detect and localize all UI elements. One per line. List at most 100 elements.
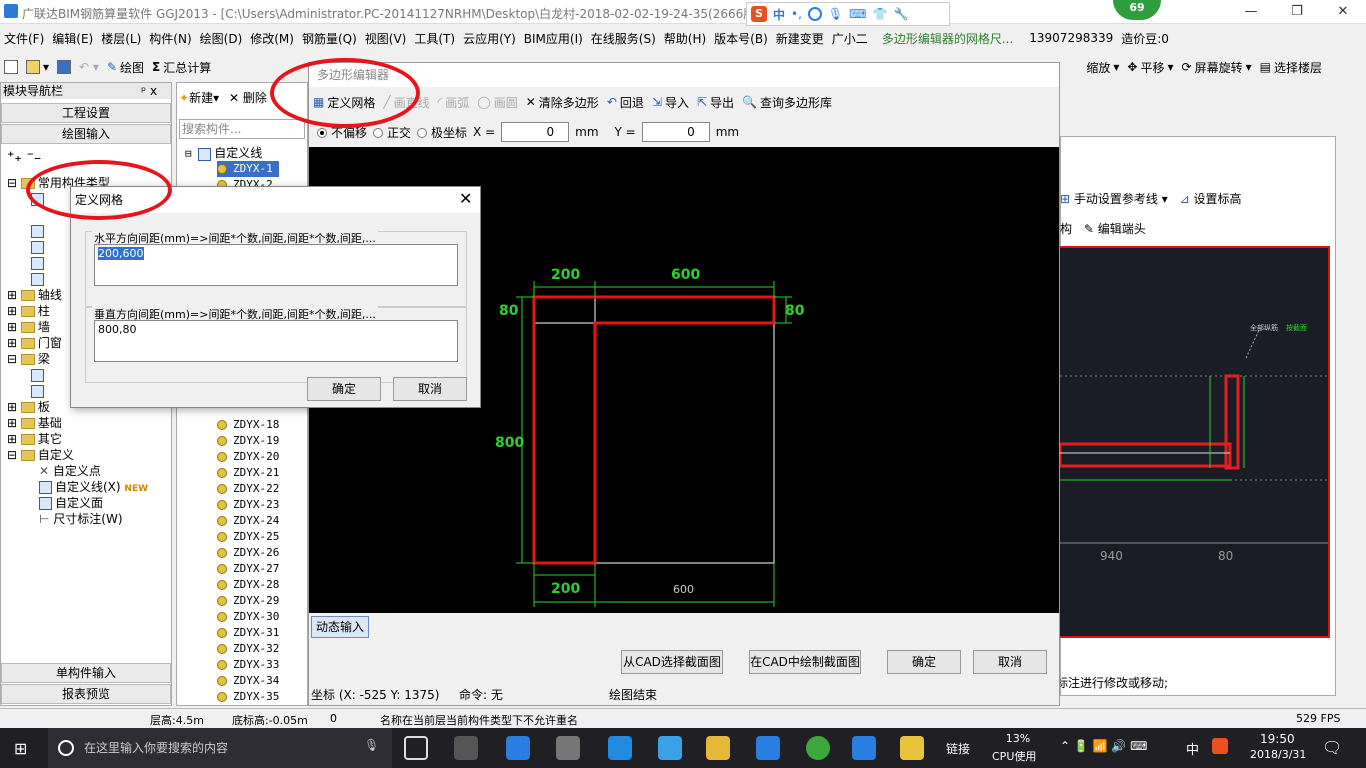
minimize-button[interactable]: — (1228, 0, 1274, 24)
list-item[interactable]: ZDYX-34 (217, 673, 279, 689)
menu-assistant[interactable]: 广小二 (828, 30, 872, 47)
new-component-button[interactable]: ✦新建▾ (179, 91, 219, 105)
menu-edit[interactable]: 编辑(E) (48, 30, 97, 47)
dialog-cancel-button[interactable]: 取消 (393, 377, 467, 401)
menu-file[interactable]: 文件(F) (0, 30, 48, 47)
list-item[interactable]: ZDYX-31 (217, 625, 279, 641)
expand-collapse-icon[interactable]: ⁺₊ ⁻₋ (7, 149, 41, 165)
poly-cancel-button[interactable]: 取消 (973, 650, 1047, 674)
list-item[interactable]: ZDYX-1 (217, 161, 279, 177)
report-preview-button[interactable]: 报表预览 (1, 684, 171, 704)
mic-icon[interactable]: 🎙 (364, 738, 379, 752)
draw-line-button[interactable]: ╱ 画直线 (379, 94, 433, 111)
edit-end-button[interactable]: ✎ 编辑端头 (1084, 222, 1146, 236)
new-file-icon[interactable] (0, 60, 22, 74)
tree-icon-2[interactable] (31, 223, 47, 239)
radio-no-offset[interactable]: 不偏移 (317, 124, 367, 141)
single-component-button[interactable]: 单构件输入 (1, 663, 171, 683)
menu-tools[interactable]: 工具(T) (410, 30, 459, 47)
ime-toolbar[interactable]: S 中 •, 🎙 ⌨ 👕 🔧 (746, 2, 950, 26)
tree-beam[interactable]: ⊟ 梁 (7, 351, 50, 367)
tree-custom-point[interactable]: ✕ 自定义点 (39, 463, 101, 479)
tree-dimension[interactable]: ⊢ 尺寸标注(W) (39, 511, 123, 527)
active-app-icon[interactable] (852, 736, 876, 760)
list-item[interactable]: ZDYX-26 (217, 545, 279, 561)
draw-circle-button[interactable]: ◯ 画圆 (473, 94, 521, 111)
tree-icon-5[interactable] (31, 271, 47, 287)
query-library-button[interactable]: 🔍 查询多边形库 (738, 94, 836, 111)
from-cad-button[interactable]: 从CAD选择截面图 (621, 650, 723, 674)
glodon-g-icon[interactable] (756, 736, 780, 760)
tree-icon-4[interactable] (31, 255, 47, 271)
tray-icons[interactable]: ⌃ 🔋 📶 🔊 ⌨ (1060, 739, 1147, 753)
ie-icon[interactable] (506, 736, 530, 760)
manual-ref-button[interactable]: ⊞ 手动设置参考线 ▾ (1060, 192, 1168, 206)
tree-column[interactable]: ⊞ 柱 (7, 303, 50, 319)
sogou-tray-icon[interactable] (1212, 738, 1228, 754)
draw-button[interactable]: ✎ 绘图 (103, 59, 148, 76)
list-item[interactable]: ZDYX-27 (217, 561, 279, 577)
menu-bim[interactable]: BIM应用(I) (520, 30, 587, 47)
sum-calc-button[interactable]: Σ 汇总计算 (148, 59, 215, 76)
radio-ortho[interactable]: 正交 (373, 124, 411, 141)
tree-slab[interactable]: ⊞ 板 (7, 399, 50, 415)
poly-ok-button[interactable]: 确定 (887, 650, 961, 674)
dynamic-input-button[interactable]: 动态输入 (311, 616, 369, 638)
skin-icon[interactable]: 👕 (872, 7, 887, 21)
tree-custom-face[interactable]: 自定义面 (39, 495, 103, 511)
menu-help[interactable]: 帮助(H) (660, 30, 710, 47)
component-search-input[interactable]: 搜索构件... (179, 119, 305, 139)
menu-draw[interactable]: 绘图(D) (196, 30, 247, 47)
tree-axis[interactable]: ⊞ 轴线 (7, 287, 62, 303)
list-item[interactable]: ZDYX-29 (217, 593, 279, 609)
nav-pin-icon[interactable]: ᵖ x (141, 83, 157, 99)
drawing-input-button[interactable]: 绘图输入 (1, 124, 171, 144)
list-root[interactable]: ⊟ 自定义线 (185, 145, 262, 162)
draw-arc-button[interactable]: ◜ 画弧 (434, 94, 474, 111)
list-item[interactable]: ZDYX-23 (217, 497, 279, 513)
ie-icon-2[interactable] (658, 736, 682, 760)
delete-component-button[interactable]: ✕ 删除 (229, 91, 267, 105)
clear-polygon-button[interactable]: ✕ 清除多边形 (522, 94, 603, 111)
tree-other[interactable]: ⊞ 其它 (7, 431, 62, 447)
menu-view[interactable]: 视图(V) (361, 30, 411, 47)
menu-new-change[interactable]: 新建变更 (772, 30, 828, 47)
list-item[interactable]: ZDYX-22 (217, 481, 279, 497)
notification-icon[interactable]: 🗨 (1322, 738, 1342, 757)
punct-icon[interactable]: •, (791, 7, 802, 21)
save-icon[interactable] (53, 60, 75, 74)
project-settings-button[interactable]: 工程设置 (1, 103, 171, 123)
edge-icon[interactable] (608, 736, 632, 760)
list-item[interactable]: ZDYX-35 (217, 689, 279, 705)
menu-floor[interactable]: 楼层(L) (97, 30, 145, 47)
phone-text[interactable]: 13907298339 (1025, 31, 1117, 45)
tree-beam-icon-1[interactable] (31, 367, 47, 383)
ime-lang[interactable]: 中 (773, 6, 785, 23)
export-button[interactable]: ⇱ 导出 (693, 94, 738, 111)
tree-icon-1[interactable] (31, 191, 47, 207)
tree-beam-icon-2[interactable] (31, 383, 47, 399)
emoji-icon[interactable] (807, 7, 822, 21)
list-item[interactable]: ZDYX-28 (217, 577, 279, 593)
list-item[interactable]: ZDYX-25 (217, 529, 279, 545)
x-input[interactable]: 0 (501, 122, 570, 142)
list-item[interactable]: ZDYX-18 (217, 417, 279, 433)
list-item[interactable]: ZDYX-32 (217, 641, 279, 657)
link-label[interactable]: 链接 (946, 740, 970, 757)
close-button[interactable]: ✕ (1320, 0, 1366, 24)
define-grid-button[interactable]: ▦ 定义网格 (309, 94, 379, 111)
taskbar-search[interactable]: 在这里输入你要搜索的内容 (48, 728, 392, 768)
clock-time[interactable]: 19:50 (1260, 732, 1295, 746)
menu-version[interactable]: 版本号(B) (710, 30, 772, 47)
undo-icon[interactable]: ↶ ▾ (75, 60, 103, 74)
folder-icon[interactable] (706, 736, 730, 760)
menu-component[interactable]: 构件(N) (145, 30, 195, 47)
tree-custom[interactable]: ⊟ 自定义 (7, 447, 74, 463)
app-green-icon[interactable] (806, 736, 830, 760)
list-item[interactable]: ZDYX-21 (217, 465, 279, 481)
keyboard-icon[interactable]: ⌨ (849, 7, 866, 21)
open-icon[interactable]: ▾ (22, 60, 53, 74)
price-text[interactable]: 造价豆:0 (1117, 30, 1173, 47)
list-item[interactable]: ZDYX-24 (217, 513, 279, 529)
import-button[interactable]: ⇲ 导入 (648, 94, 693, 111)
